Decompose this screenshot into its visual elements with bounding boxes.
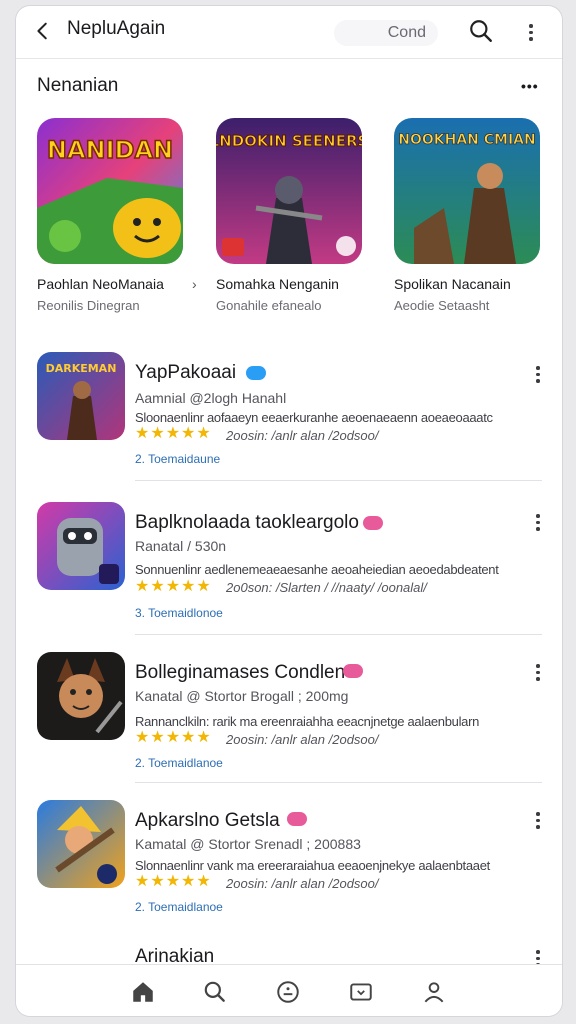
- divider: [135, 480, 542, 481]
- search-field-text: Cond: [387, 24, 426, 41]
- app-meta: Aamnial @2logh Hanahl: [135, 390, 287, 406]
- chevron-right-icon[interactable]: ›: [192, 276, 197, 292]
- category-link[interactable]: 3. Toemaidlonoe: [135, 606, 223, 620]
- app-meta: Kanatal @ Stortor Brogall ; 200mg: [135, 688, 349, 704]
- search-icon[interactable]: [468, 18, 494, 44]
- back-arrow-icon[interactable]: [32, 20, 54, 42]
- overflow-menu-icon[interactable]: [528, 24, 534, 42]
- star-rating: ★★★★★: [135, 873, 212, 890]
- item-menu-icon[interactable]: [535, 366, 541, 384]
- app-title: YapPakoaai: [135, 362, 237, 383]
- divider: [135, 782, 542, 783]
- card-title: Somahka Nenganin: [216, 276, 339, 292]
- top-app-bar: NepluAgain Cond: [16, 6, 562, 59]
- app-screen: NepluAgain Cond Nenanian ••• NANIDAN Pao…: [16, 6, 562, 1016]
- game-art-image: NOOKHAN CMIAN: [394, 118, 540, 264]
- svg-text:DARKEMAN: DARKEMAN: [46, 362, 117, 375]
- app-title: Apkarslno Getsla: [135, 810, 280, 831]
- card-subtitle: Reonilis Dinegran: [37, 298, 140, 313]
- app-title: Bolleginamases Condlen: [135, 662, 346, 683]
- rating-text: 2o0son: /Slarten / //naaty/ /oonalal/: [226, 580, 427, 595]
- category-link[interactable]: 2. Toemaidlanoe: [135, 900, 223, 914]
- app-icon: [37, 800, 125, 888]
- app-meta: Kamatal @ Stortor Srenadl ; 200883: [135, 836, 361, 852]
- search-icon[interactable]: [202, 979, 228, 1005]
- svg-text:DLNDOKIN SEENERSH: DLNDOKIN SEENERSH: [216, 132, 362, 150]
- rating-text: 2oosin: /anlr alan /2odsoo/: [226, 876, 379, 891]
- svg-text:NOOKHAN CMIAN: NOOKHAN CMIAN: [398, 132, 535, 148]
- bottom-navigation: [16, 964, 562, 1016]
- item-menu-icon[interactable]: [535, 664, 541, 682]
- section-more-button[interactable]: •••: [521, 78, 539, 94]
- app-icon: DARKEMAN: [37, 352, 125, 440]
- game-art-image: DLNDOKIN SEENERSH: [216, 118, 362, 264]
- category-link[interactable]: 2. Toemaidlanoe: [135, 756, 223, 770]
- star-rating: ★★★★★: [135, 425, 212, 442]
- svg-text:NANIDAN: NANIDAN: [47, 136, 173, 164]
- app-icon: [37, 502, 125, 590]
- profile-icon[interactable]: [421, 979, 447, 1005]
- game-art-image: NANIDAN: [37, 118, 183, 264]
- app-meta: Ranatal / 530n: [135, 538, 227, 554]
- category-link[interactable]: 2. Toemaidaune: [135, 452, 220, 466]
- item-menu-icon[interactable]: [535, 514, 541, 532]
- item-menu-icon[interactable]: [535, 812, 541, 830]
- apps-icon[interactable]: [348, 979, 374, 1005]
- star-rating: ★★★★★: [135, 729, 212, 746]
- app-description: Sonnuenlinr aedlenemeaeaesanhe aeoaheied…: [135, 562, 499, 577]
- card-subtitle: Gonahile efanealo: [216, 298, 322, 313]
- games-icon[interactable]: [275, 979, 301, 1005]
- app-badge: [287, 812, 307, 826]
- rating-text: 2oosin: /anlr alan /2odsoo/: [226, 428, 379, 443]
- rating-text: 2oosin: /anlr alan /2odsoo/: [226, 732, 379, 747]
- app-icon: [37, 652, 125, 740]
- app-badge: [343, 664, 363, 678]
- card-title: Paohlan NeoManaia: [37, 276, 164, 292]
- featured-card[interactable]: DLNDOKIN SEENERSH Somahka Nenganin Gonah…: [216, 118, 366, 313]
- verified-badge: [246, 366, 266, 380]
- divider: [135, 634, 542, 635]
- app-badge: [363, 516, 383, 530]
- featured-card[interactable]: NANIDAN Paohlan NeoManaia Reonilis Dineg…: [37, 118, 187, 313]
- section-title: Nenanian: [37, 75, 119, 96]
- home-icon[interactable]: [130, 979, 156, 1005]
- featured-card[interactable]: NOOKHAN CMIAN Spolikan Nacanain Aeodie S…: [394, 118, 544, 313]
- app-title: Baplknolaada taokleargolo: [135, 512, 359, 533]
- card-subtitle: Aeodie Setaasht: [394, 298, 490, 313]
- star-rating: ★★★★★: [135, 578, 212, 595]
- card-title: Spolikan Nacanain: [394, 276, 511, 292]
- search-field[interactable]: Cond: [334, 20, 438, 46]
- page-title: NepluAgain: [67, 18, 166, 39]
